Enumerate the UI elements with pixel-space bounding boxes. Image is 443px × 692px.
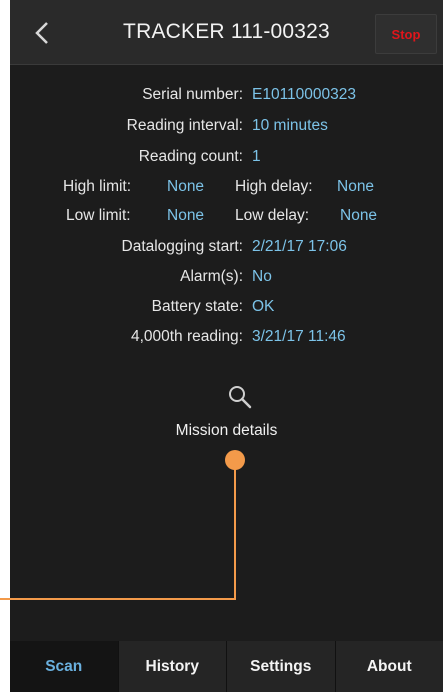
reading4000-row: 4,000th reading: 3/21/17 11:46	[10, 328, 443, 352]
start-label: Datalogging start:	[121, 238, 244, 255]
low-limit-value: None	[167, 207, 205, 224]
high-limit-label: High limit:	[63, 178, 132, 195]
low-delay-value: None	[340, 207, 378, 224]
serial-label: Serial number:	[142, 86, 243, 103]
app-header: TRACKER 111-00323 Stop	[10, 0, 443, 65]
count-value: 1	[252, 148, 261, 165]
reading4000-value: 3/21/17 11:46	[252, 328, 346, 345]
count-label: Reading count:	[138, 148, 243, 165]
start-value: 2/21/17 17:06	[252, 238, 347, 255]
search-icon	[229, 386, 252, 409]
mission-details-label: Mission details	[175, 422, 278, 439]
alarms-value: No	[252, 268, 272, 285]
low-limit-label: Low limit:	[66, 207, 131, 224]
phone-screen: TRACKER 111-00323 Stop Serial number: E1…	[10, 0, 443, 692]
battery-value: OK	[252, 298, 275, 315]
start-row: Datalogging start: 2/21/17 17:06	[10, 238, 443, 262]
high-delay-label: High delay:	[235, 178, 313, 195]
tab-settings[interactable]: Settings	[226, 641, 335, 692]
battery-label: Battery state:	[151, 298, 243, 315]
interval-label: Reading interval:	[126, 117, 243, 134]
stop-button[interactable]: Stop	[375, 14, 437, 54]
low-delay-label: Low delay:	[235, 207, 310, 224]
high-limit-value: None	[167, 178, 205, 195]
tab-history[interactable]: History	[117, 641, 227, 692]
interval-value: 10 minutes	[252, 117, 328, 134]
tab-about[interactable]: About	[334, 641, 443, 692]
mission-details-button[interactable]: Mission details	[10, 380, 443, 460]
bottom-tab-bar: Scan History Settings About	[10, 641, 443, 692]
low-row: Low limit: None Low delay: None	[10, 207, 443, 231]
high-row: High limit: None High delay: None	[10, 178, 443, 202]
alarms-row: Alarm(s): No	[10, 268, 443, 292]
battery-row: Battery state: OK	[10, 298, 443, 322]
alarms-label: Alarm(s):	[180, 268, 243, 285]
high-delay-value: None	[337, 178, 375, 195]
tab-scan[interactable]: Scan	[10, 641, 118, 692]
serial-row: Serial number: E10110000323	[10, 86, 443, 110]
reading4000-label: 4,000th reading:	[130, 328, 243, 345]
count-row: Reading count: 1	[10, 148, 443, 172]
serial-value: E10110000323	[252, 86, 357, 103]
interval-row: Reading interval: 10 minutes	[10, 117, 443, 141]
